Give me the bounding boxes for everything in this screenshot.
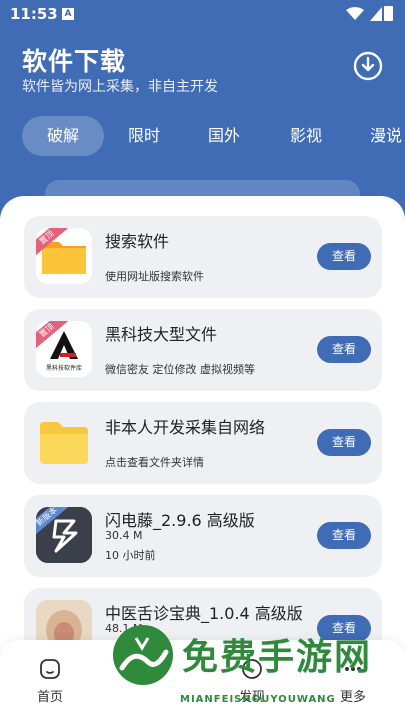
watermark-logo-icon: [113, 625, 173, 685]
wifi-icon: [346, 7, 364, 20]
app-logo-icon: 黑科技软件库 置顶: [36, 321, 92, 377]
watermark-text: 免费手游网: [182, 636, 373, 678]
tab-foreign[interactable]: 国外: [198, 116, 250, 156]
item-desc: 点击查看文件夹详情: [105, 456, 204, 469]
item-name: 非本人开发采集自网络: [105, 418, 266, 437]
tab-limited[interactable]: 限时: [118, 116, 170, 156]
item-name: 闪电藤_2.9.6 高级版: [105, 511, 255, 530]
nav-label: 首页: [36, 690, 63, 705]
signal-icon: [370, 7, 382, 21]
download-circle-icon[interactable]: [352, 50, 384, 82]
item-size: 30.4 M: [105, 529, 143, 542]
sim-icon: A: [62, 8, 74, 20]
category-tabs: 破解 限时 国外 影视 漫说: [0, 116, 405, 158]
list-item[interactable]: 置顶 搜索软件 使用网址版搜索软件 查看: [24, 216, 382, 298]
item-time: 10 小时前: [105, 549, 156, 562]
item-name: 中医舌诊宝典_1.0.4 高级版: [105, 604, 303, 623]
watermark-url: MIANFEISHOUYOUWANG: [180, 694, 336, 705]
home-icon: [40, 659, 60, 679]
item-desc: 使用网址版搜索软件: [105, 270, 204, 283]
folder-icon: [36, 414, 92, 470]
item-desc: 微信密友 定位修改 虚拟视频等: [105, 363, 255, 376]
watermark: 免费手游网 MIANFEISHOUYOUWANG: [110, 622, 400, 717]
page-title: 软件下载: [22, 47, 127, 76]
status-time: 11:53: [10, 5, 58, 23]
status-bar: 11:53 A: [0, 0, 405, 30]
nav-home[interactable]: 首页: [15, 640, 85, 705]
folder-icon: 置顶: [36, 228, 92, 284]
item-name: 搜索软件: [105, 232, 170, 251]
view-button[interactable]: 查看: [317, 429, 371, 456]
list-item[interactable]: 黑科技软件库 置顶 黑科技大型文件 微信密友 定位修改 虚拟视频等 查看: [24, 309, 382, 391]
view-button[interactable]: 查看: [317, 522, 371, 549]
list-item[interactable]: 新版本 闪电藤_2.9.6 高级版 30.4 M 10 小时前 查看: [24, 495, 382, 577]
tab-video[interactable]: 影视: [280, 116, 332, 156]
view-button[interactable]: 查看: [317, 336, 371, 363]
view-button[interactable]: 查看: [317, 243, 371, 270]
app-logo-text: 黑科技软件库: [45, 365, 82, 372]
tab-crack[interactable]: 破解: [22, 116, 104, 156]
page-subtitle: 软件皆为网上采集，非自主开发: [22, 79, 218, 95]
lightning-app-icon: 新版本: [36, 507, 92, 563]
list-item[interactable]: 非本人开发采集自网络 点击查看文件夹详情 查看: [24, 402, 382, 484]
tab-comic[interactable]: 漫说: [360, 116, 405, 156]
battery-icon: [384, 6, 393, 21]
item-name: 黑科技大型文件: [105, 325, 218, 344]
